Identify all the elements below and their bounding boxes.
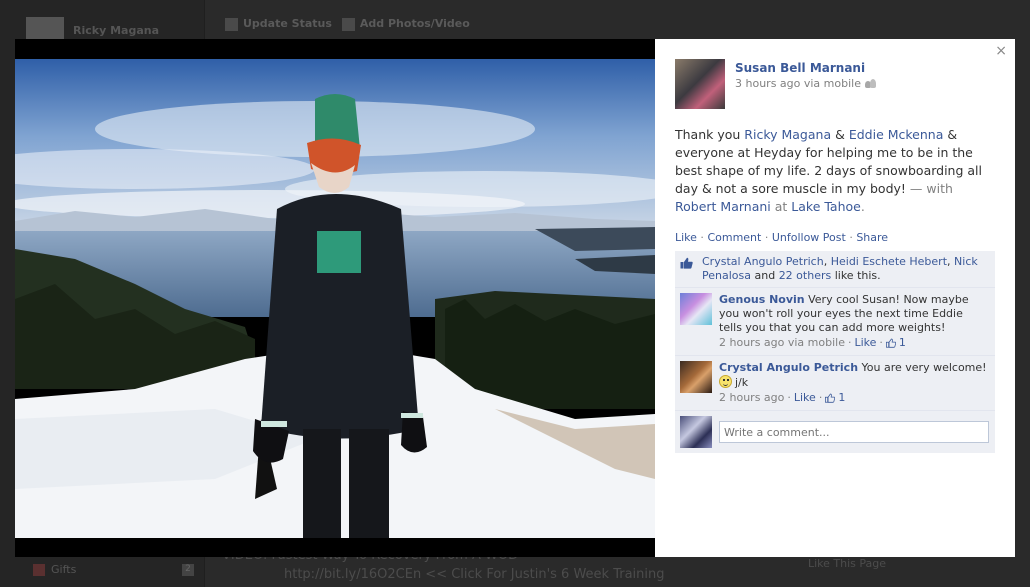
close-icon[interactable]: × [995,43,1007,59]
comment-link[interactable]: Comment [707,231,761,244]
comment-like-link[interactable]: Like [854,336,876,350]
user-avatar [26,17,64,39]
write-comment-input[interactable] [719,421,989,443]
commenter-avatar[interactable] [680,293,712,325]
thumbs-up-icon [825,393,836,403]
photo-side-panel: × Susan Bell Marnani 3 hours ago via mob… [655,39,1015,557]
comment-like-link[interactable]: Like [794,391,816,405]
smiley-icon [719,375,732,388]
comment: Crystal Angulo Petrich You are very welc… [675,356,995,411]
comment-text: You are very welcome! [858,361,987,374]
unfollow-post-link[interactable]: Unfollow Post [772,231,846,244]
audience-friends-icon[interactable] [864,79,876,88]
comment-text-cont: j/k [735,376,749,389]
photo-icon [341,17,355,31]
photo-stage[interactable] [15,39,655,557]
comment-meta: 2 hours ago · Like · 1 [719,391,846,405]
liker-name[interactable]: Crystal Angulo Petrich [702,255,824,268]
photo[interactable] [15,59,655,538]
author-avatar[interactable] [675,59,725,109]
current-user-avatar [680,416,712,448]
post-caption: Thank you Ricky Magana & Eddie Mckenna &… [675,127,982,214]
snowboard-photo [15,59,655,538]
comment-time[interactable]: 2 hours ago via mobile [719,336,845,350]
like-link[interactable]: Like [675,231,697,244]
likes-summary: Crystal Angulo Petrich, Heidi Eschete He… [675,251,995,288]
update-status-tab: Update Status [225,17,332,31]
feed-post-link: http://bit.ly/16O2CEn << Click For Justi… [284,567,665,582]
comment-meta: 2 hours ago via mobile · Like · 1 [719,336,906,350]
like-page-link: Like This Page [808,557,887,570]
comment: Genous Novin Very cool Susan! Now maybe … [675,288,995,356]
user-name: Ricky Magana [73,24,159,37]
thumbs-up-icon [680,257,693,269]
composer-tabs: Update Status Add Photos/Video [225,17,470,31]
gifts-count-badge: 2 [182,564,194,576]
others-likes-link[interactable]: 22 others [779,269,832,282]
liker-name[interactable]: Heidi Eschete Hebert [831,255,947,268]
comment-like-count[interactable]: 1 [899,336,906,350]
location-link[interactable]: Lake Tahoe [791,199,861,214]
commenter-avatar[interactable] [680,361,712,393]
write-comment-row [675,411,995,453]
post-timestamp: 3 hours ago via mobile [735,77,876,90]
commenter-name[interactable]: Crystal Angulo Petrich [719,361,858,374]
share-link[interactable]: Share [856,231,888,244]
status-icon [225,17,238,31]
commenter-name[interactable]: Genous Novin [719,293,805,306]
author-name[interactable]: Susan Bell Marnani [735,59,876,77]
sidebar-item-gifts: Gifts [33,563,76,576]
gift-icon [33,563,45,576]
tag-robert-marnani[interactable]: Robert Marnani [675,199,771,214]
post-author: Susan Bell Marnani 3 hours ago via mobil… [675,59,876,109]
tag-ricky-magana[interactable]: Ricky Magana [744,127,831,142]
feedback-box: Crystal Angulo Petrich, Heidi Eschete He… [675,251,995,453]
add-photos-tab: Add Photos/Video [341,17,470,31]
thumbs-up-icon [885,338,896,348]
post-actions: Like · Comment · Unfollow Post · Share [675,231,889,244]
comment-time[interactable]: 2 hours ago [719,391,784,405]
tag-eddie-mckenna[interactable]: Eddie Mckenna [849,127,944,142]
comment-like-count[interactable]: 1 [838,391,845,405]
